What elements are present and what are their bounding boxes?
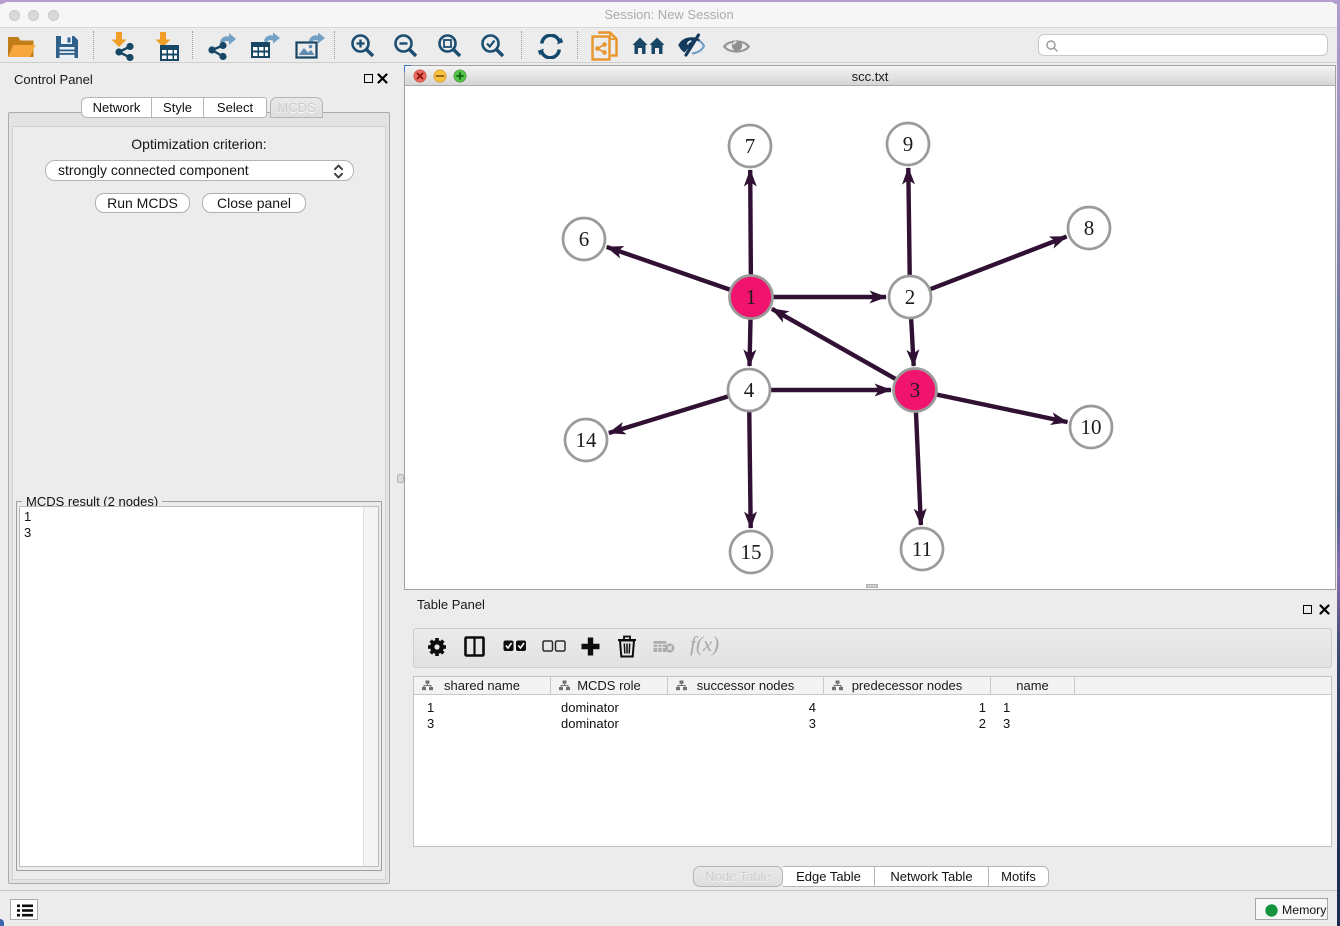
svg-text:11: 11 xyxy=(912,537,932,561)
svg-text:9: 9 xyxy=(903,132,914,156)
svg-text:4: 4 xyxy=(744,378,755,402)
svg-text:7: 7 xyxy=(745,134,756,158)
svg-text:10: 10 xyxy=(1081,415,1102,439)
svg-text:14: 14 xyxy=(576,428,598,452)
svg-text:6: 6 xyxy=(579,227,590,251)
svg-text:3: 3 xyxy=(910,378,921,402)
svg-text:2: 2 xyxy=(905,285,916,309)
svg-text:1: 1 xyxy=(746,285,757,309)
svg-text:8: 8 xyxy=(1084,216,1095,240)
svg-text:15: 15 xyxy=(741,540,762,564)
